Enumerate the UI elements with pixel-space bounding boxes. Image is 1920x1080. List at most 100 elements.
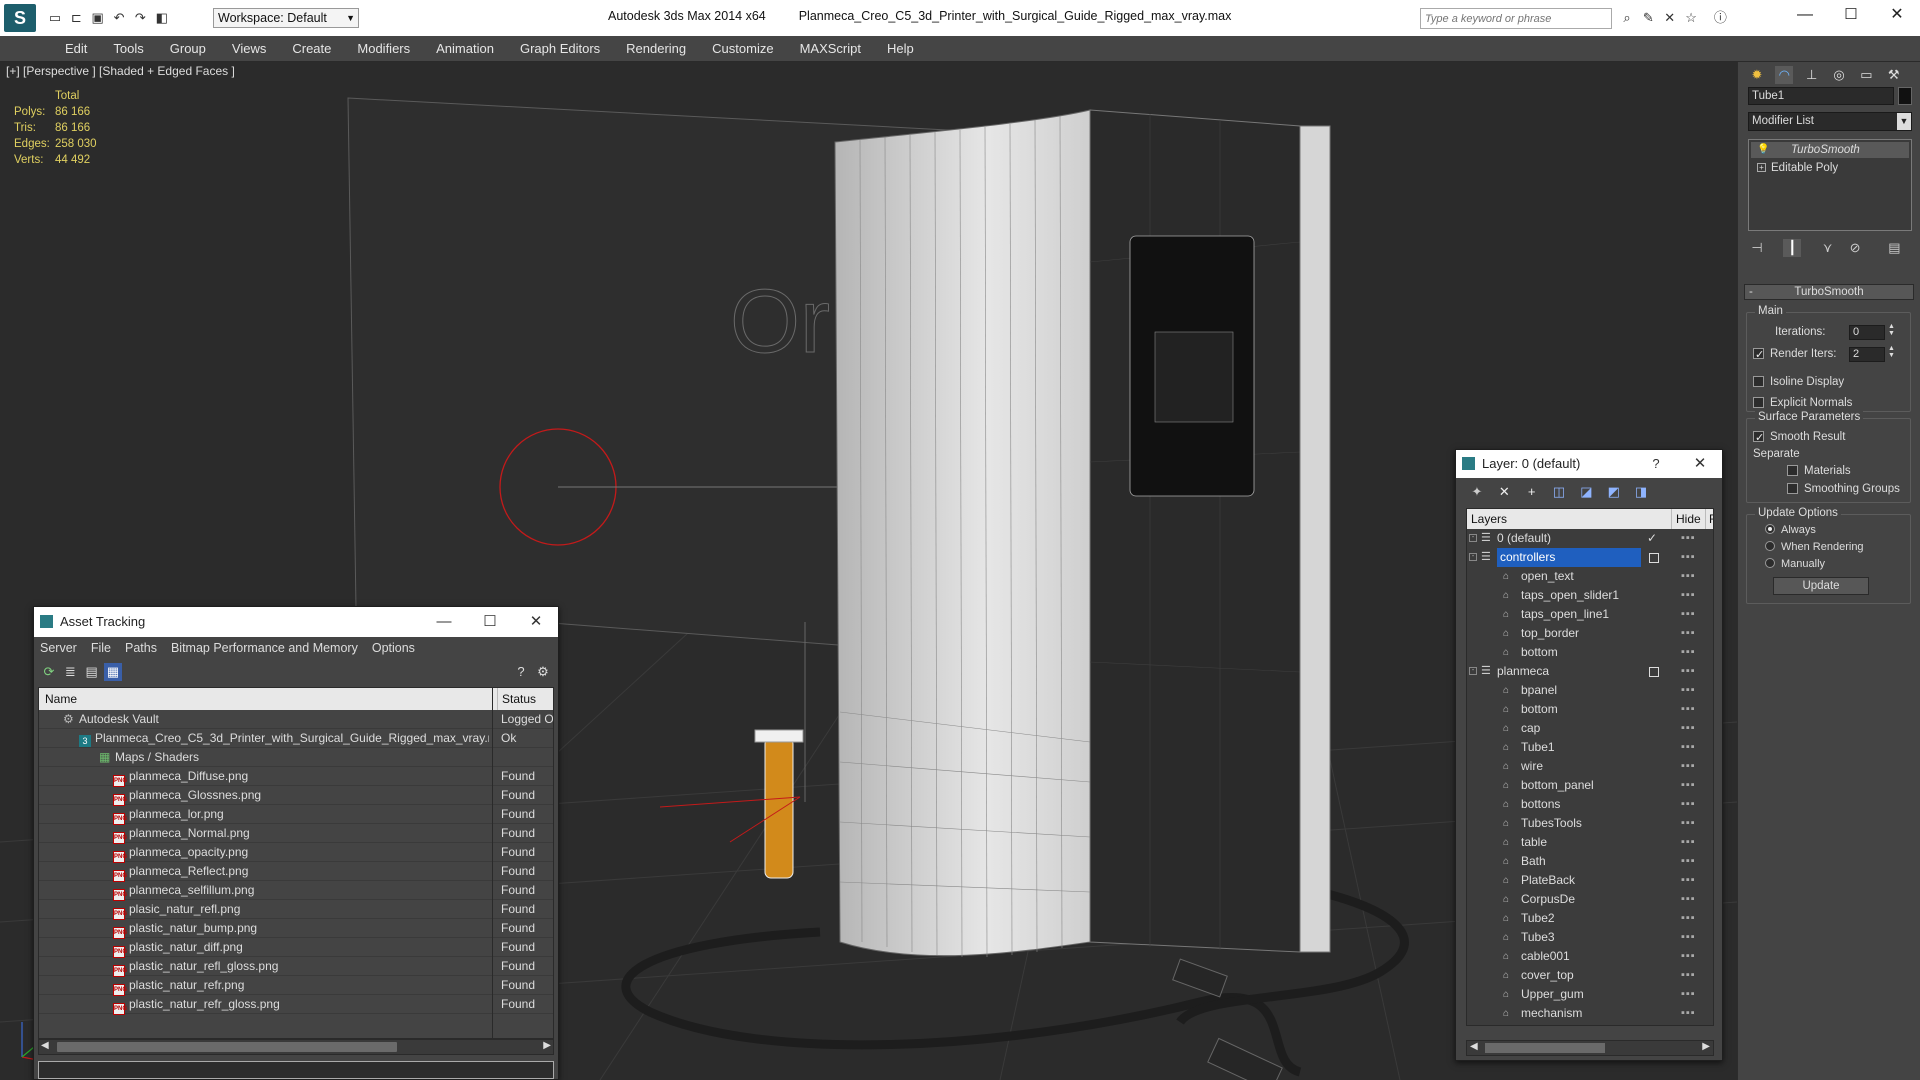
- refresh-icon[interactable]: ⟳: [40, 663, 58, 681]
- vault-settings-icon[interactable]: ⚙: [534, 663, 552, 681]
- expand-plus-icon[interactable]: +: [1757, 163, 1766, 172]
- light-bulb-icon[interactable]: 💡: [1757, 142, 1769, 158]
- layer-object-item[interactable]: ⌂ Tube3 ▪▪▪: [1467, 928, 1713, 947]
- freeze-all-icon[interactable]: ◨: [1632, 483, 1650, 501]
- smoothing-groups-row[interactable]: Smoothing Groups: [1787, 480, 1900, 499]
- layer-object-item[interactable]: ⌂ bottom_panel ▪▪▪: [1467, 776, 1713, 795]
- layer-object-item[interactable]: ⌂ taps_open_slider1 ▪▪▪: [1467, 586, 1713, 605]
- layer-scroll-left-icon[interactable]: ◀: [1470, 1041, 1478, 1052]
- layer-object-item[interactable]: ⌂ Bath ▪▪▪: [1467, 852, 1713, 871]
- layer-titlebar[interactable]: Layer: 0 (default) ? ✕: [1456, 450, 1722, 478]
- layer-help-button[interactable]: ?: [1634, 450, 1678, 478]
- redo-icon[interactable]: ↷: [131, 9, 149, 27]
- smoothing-groups-checkbox[interactable]: [1787, 483, 1798, 494]
- minimize-button[interactable]: —: [1782, 0, 1828, 30]
- col-status-header[interactable]: Status: [497, 688, 553, 710]
- collapse-toggle-icon[interactable]: -: [1469, 534, 1477, 542]
- layer-object-item[interactable]: ⌂ table ▪▪▪: [1467, 833, 1713, 852]
- layer-object-item[interactable]: ⌂ PlateBack ▪▪▪: [1467, 871, 1713, 890]
- asset-row[interactable]: ▦ Maps / Shaders: [39, 748, 553, 767]
- asset-menu-file[interactable]: File: [91, 641, 111, 655]
- col-layers-header[interactable]: Layers: [1471, 509, 1507, 529]
- utilities-tab-icon[interactable]: ⚒: [1885, 66, 1903, 84]
- layer-object-item[interactable]: ⌂ open_text ▪▪▪: [1467, 567, 1713, 586]
- hide-toggle-icon[interactable]: ▪▪▪: [1681, 643, 1696, 662]
- asset-menu-bitmap-performance-and-memory[interactable]: Bitmap Performance and Memory: [171, 641, 358, 655]
- layer-close-button[interactable]: ✕: [1678, 450, 1722, 478]
- layer-object-item[interactable]: ⌂ TubesTools ▪▪▪: [1467, 814, 1713, 833]
- hide-toggle-icon[interactable]: ▪▪▪: [1681, 966, 1696, 985]
- materials-checkbox[interactable]: [1787, 465, 1798, 476]
- asset-row[interactable]: PNG plastic_natur_refr.png Found: [39, 976, 553, 996]
- search-box[interactable]: [1420, 8, 1612, 29]
- scroll-right-icon[interactable]: ▶: [543, 1040, 551, 1051]
- smooth-result-checkbox[interactable]: [1753, 429, 1764, 448]
- project-folder-icon[interactable]: ◧: [153, 9, 171, 27]
- col-hide-header[interactable]: Hide: [1671, 509, 1701, 529]
- layer-object-item[interactable]: ⌂ taps_open_line1 ▪▪▪: [1467, 605, 1713, 624]
- layer-object-item[interactable]: ⌂ Tube1 ▪▪▪: [1467, 738, 1713, 757]
- isoline-row[interactable]: Isoline Display: [1753, 373, 1844, 392]
- make-current-box-icon[interactable]: [1649, 667, 1659, 677]
- search-input[interactable]: [1421, 9, 1611, 28]
- asset-minimize-button[interactable]: —: [422, 607, 466, 637]
- delete-layer-icon[interactable]: ✕: [1495, 483, 1513, 501]
- layer-object-item[interactable]: ⌂ cover_top ▪▪▪: [1467, 966, 1713, 985]
- menu-item-graph-editors[interactable]: Graph Editors: [507, 36, 613, 62]
- stack-item-editable-poly[interactable]: + Editable Poly: [1751, 160, 1909, 176]
- menu-item-create[interactable]: Create: [279, 36, 344, 62]
- binoculars-icon[interactable]: ⌕: [1618, 9, 1636, 27]
- layer-item[interactable]: - ☰ planmeca ▪▪▪: [1467, 662, 1713, 681]
- object-color-swatch[interactable]: [1898, 87, 1912, 105]
- highlight-layer-icon[interactable]: ◪: [1577, 483, 1595, 501]
- hide-toggle-icon[interactable]: ▪▪▪: [1681, 586, 1696, 605]
- asset-maximize-button[interactable]: ☐: [468, 607, 512, 637]
- create-tab-icon[interactable]: ✹: [1748, 66, 1766, 84]
- asset-row[interactable]: ⚙ Autodesk Vault Logged Ou: [39, 710, 553, 729]
- asset-row[interactable]: PNG planmeca_Reflect.png Found: [39, 862, 553, 882]
- layer-object-item[interactable]: ⌂ mechanism ▪▪▪: [1467, 1004, 1713, 1023]
- table-view-icon[interactable]: ▦: [104, 663, 123, 681]
- app-logo-button[interactable]: S: [4, 4, 36, 32]
- hide-toggle-icon[interactable]: ▪▪▪: [1681, 567, 1696, 586]
- layer-object-item[interactable]: ⌂ wire ▪▪▪: [1467, 757, 1713, 776]
- hide-toggle-icon[interactable]: ▪▪▪: [1681, 1004, 1696, 1023]
- scroll-left-icon[interactable]: ◀: [41, 1040, 49, 1051]
- menu-item-group[interactable]: Group: [157, 36, 219, 62]
- list-view-icon[interactable]: ≣: [61, 663, 79, 681]
- x-icon[interactable]: ✕: [1661, 9, 1679, 27]
- asset-row[interactable]: PNG planmeca_selfillum.png Found: [39, 881, 553, 901]
- iterations-spinner[interactable]: 0: [1849, 325, 1885, 340]
- modify-tab-icon[interactable]: ◠: [1775, 66, 1794, 84]
- viewport-label[interactable]: [+] [Perspective ] [Shaded + Edged Faces…: [6, 64, 235, 78]
- hide-toggle-icon[interactable]: ▪▪▪: [1681, 890, 1696, 909]
- open-file-icon[interactable]: ⊏: [67, 9, 85, 27]
- layer-scroll-right-icon[interactable]: ▶: [1702, 1041, 1710, 1052]
- layer-scroll-thumb[interactable]: [1485, 1043, 1605, 1053]
- hide-toggle-icon[interactable]: ▪▪▪: [1681, 909, 1696, 928]
- asset-row[interactable]: PNG plastic_natur_refr_gloss.png Found: [39, 995, 553, 1015]
- layer-object-item[interactable]: ⌂ Tube2 ▪▪▪: [1467, 909, 1713, 928]
- hide-toggle-icon[interactable]: ▪▪▪: [1681, 928, 1696, 947]
- hide-toggle-icon[interactable]: ▪▪▪: [1681, 871, 1696, 890]
- when-rendering-radio[interactable]: [1765, 541, 1775, 551]
- object-name-field[interactable]: Tube1: [1748, 87, 1894, 105]
- collapse-toggle-icon[interactable]: -: [1469, 667, 1477, 675]
- scroll-thumb[interactable]: [57, 1042, 397, 1052]
- show-end-result-icon[interactable]: ┃: [1783, 239, 1802, 257]
- motion-tab-icon[interactable]: ◎: [1830, 66, 1848, 84]
- collapse-toggle-icon[interactable]: -: [1469, 553, 1477, 561]
- hide-toggle-icon[interactable]: ▪▪▪: [1681, 605, 1696, 624]
- hierarchy-tab-icon[interactable]: ⊥: [1803, 66, 1821, 84]
- add-to-layer-icon[interactable]: +: [1523, 483, 1541, 501]
- asset-row[interactable]: PNG plastic_natur_refl_gloss.png Found: [39, 957, 553, 977]
- asset-menu-options[interactable]: Options: [372, 641, 415, 655]
- asset-row[interactable]: PNG plastic_natur_bump.png Found: [39, 919, 553, 939]
- layer-object-item[interactable]: ⌂ top_border ▪▪▪: [1467, 624, 1713, 643]
- manually-radio[interactable]: [1765, 558, 1775, 568]
- menu-item-modifiers[interactable]: Modifiers: [344, 36, 423, 62]
- current-layer-check-icon[interactable]: ✓: [1647, 529, 1657, 548]
- asset-tracking-titlebar[interactable]: Asset Tracking — ☐ ✕: [34, 607, 558, 637]
- create-layer-icon[interactable]: ✦: [1468, 483, 1486, 501]
- menu-item-animation[interactable]: Animation: [423, 36, 507, 62]
